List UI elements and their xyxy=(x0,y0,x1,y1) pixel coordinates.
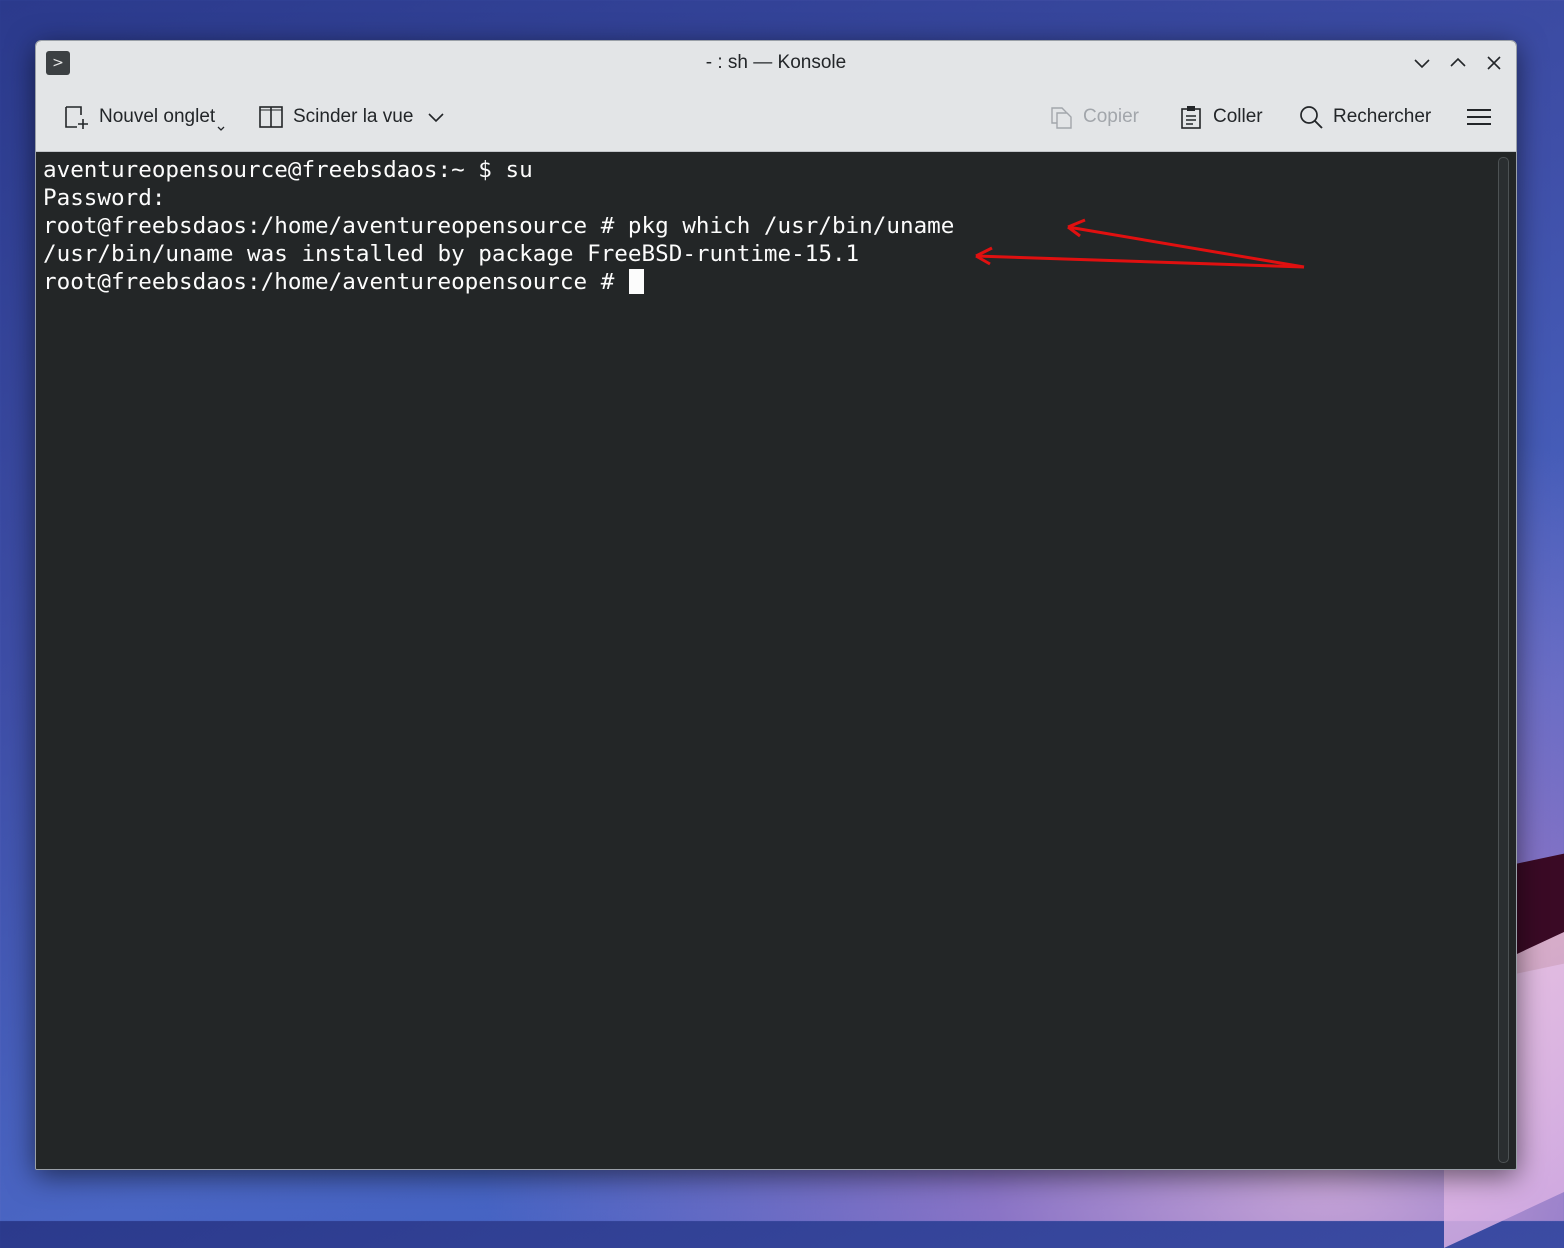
chevron-down-icon xyxy=(428,113,444,123)
terminal-line: /usr/bin/uname was installed by package … xyxy=(43,241,860,267)
window-controls xyxy=(1412,41,1504,85)
terminal-line: root@freebsdaos:/home/aventureopensource… xyxy=(43,213,955,239)
new-tab-icon xyxy=(65,106,88,129)
terminal-app-icon[interactable]: > xyxy=(46,51,70,75)
paste-icon xyxy=(1181,106,1201,129)
terminal-scrollbar[interactable] xyxy=(1498,157,1509,1163)
main-toolbar: Nouvel onglet Scinder la vue Copier Coll… xyxy=(36,85,1516,152)
split-view-button[interactable]: Scinder la vue xyxy=(258,99,446,135)
search-icon xyxy=(1300,106,1323,129)
chevron-down-icon xyxy=(1414,59,1430,69)
search-button[interactable]: Rechercher xyxy=(1298,99,1431,135)
split-view-label: Scinder la vue xyxy=(293,106,414,127)
paste-button[interactable]: Coller xyxy=(1178,99,1263,135)
terminal-prompt: root@freebsdaos:/home/aventureopensource… xyxy=(43,269,628,295)
terminal-output[interactable]: aventureopensource@freebsdaos:~ $ su Pas… xyxy=(36,152,1494,1169)
title-bar[interactable]: > - : sh — Konsole xyxy=(36,41,1516,85)
konsole-window: > - : sh — Konsole Nouvel onglet Scinder… xyxy=(35,40,1517,1170)
new-tab-button[interactable]: Nouvel onglet xyxy=(62,99,226,135)
close-button[interactable] xyxy=(1484,53,1504,73)
split-view-icon xyxy=(259,106,283,128)
terminal-line: Password: xyxy=(43,185,166,211)
hamburger-menu-icon xyxy=(1467,109,1491,125)
chevron-up-icon xyxy=(1450,57,1466,67)
terminal-line: aventureopensource@freebsdaos:~ $ su xyxy=(43,157,533,183)
new-tab-label: Nouvel onglet xyxy=(99,106,216,127)
copy-button[interactable]: Copier xyxy=(1048,99,1139,135)
window-title: - : sh — Konsole xyxy=(705,52,847,73)
maximize-button[interactable] xyxy=(1448,53,1468,73)
copy-label: Copier xyxy=(1083,106,1139,127)
paste-label: Coller xyxy=(1213,106,1263,127)
minimize-button[interactable] xyxy=(1412,53,1432,73)
search-label: Rechercher xyxy=(1333,106,1432,127)
close-icon xyxy=(1487,56,1501,70)
copy-icon xyxy=(1051,107,1072,129)
hamburger-menu-button[interactable] xyxy=(1466,99,1492,135)
terminal-prompt-line: root@freebsdaos:/home/aventureopensource… xyxy=(43,268,1494,296)
text-cursor xyxy=(628,269,644,294)
chevron-down-icon xyxy=(217,126,225,131)
